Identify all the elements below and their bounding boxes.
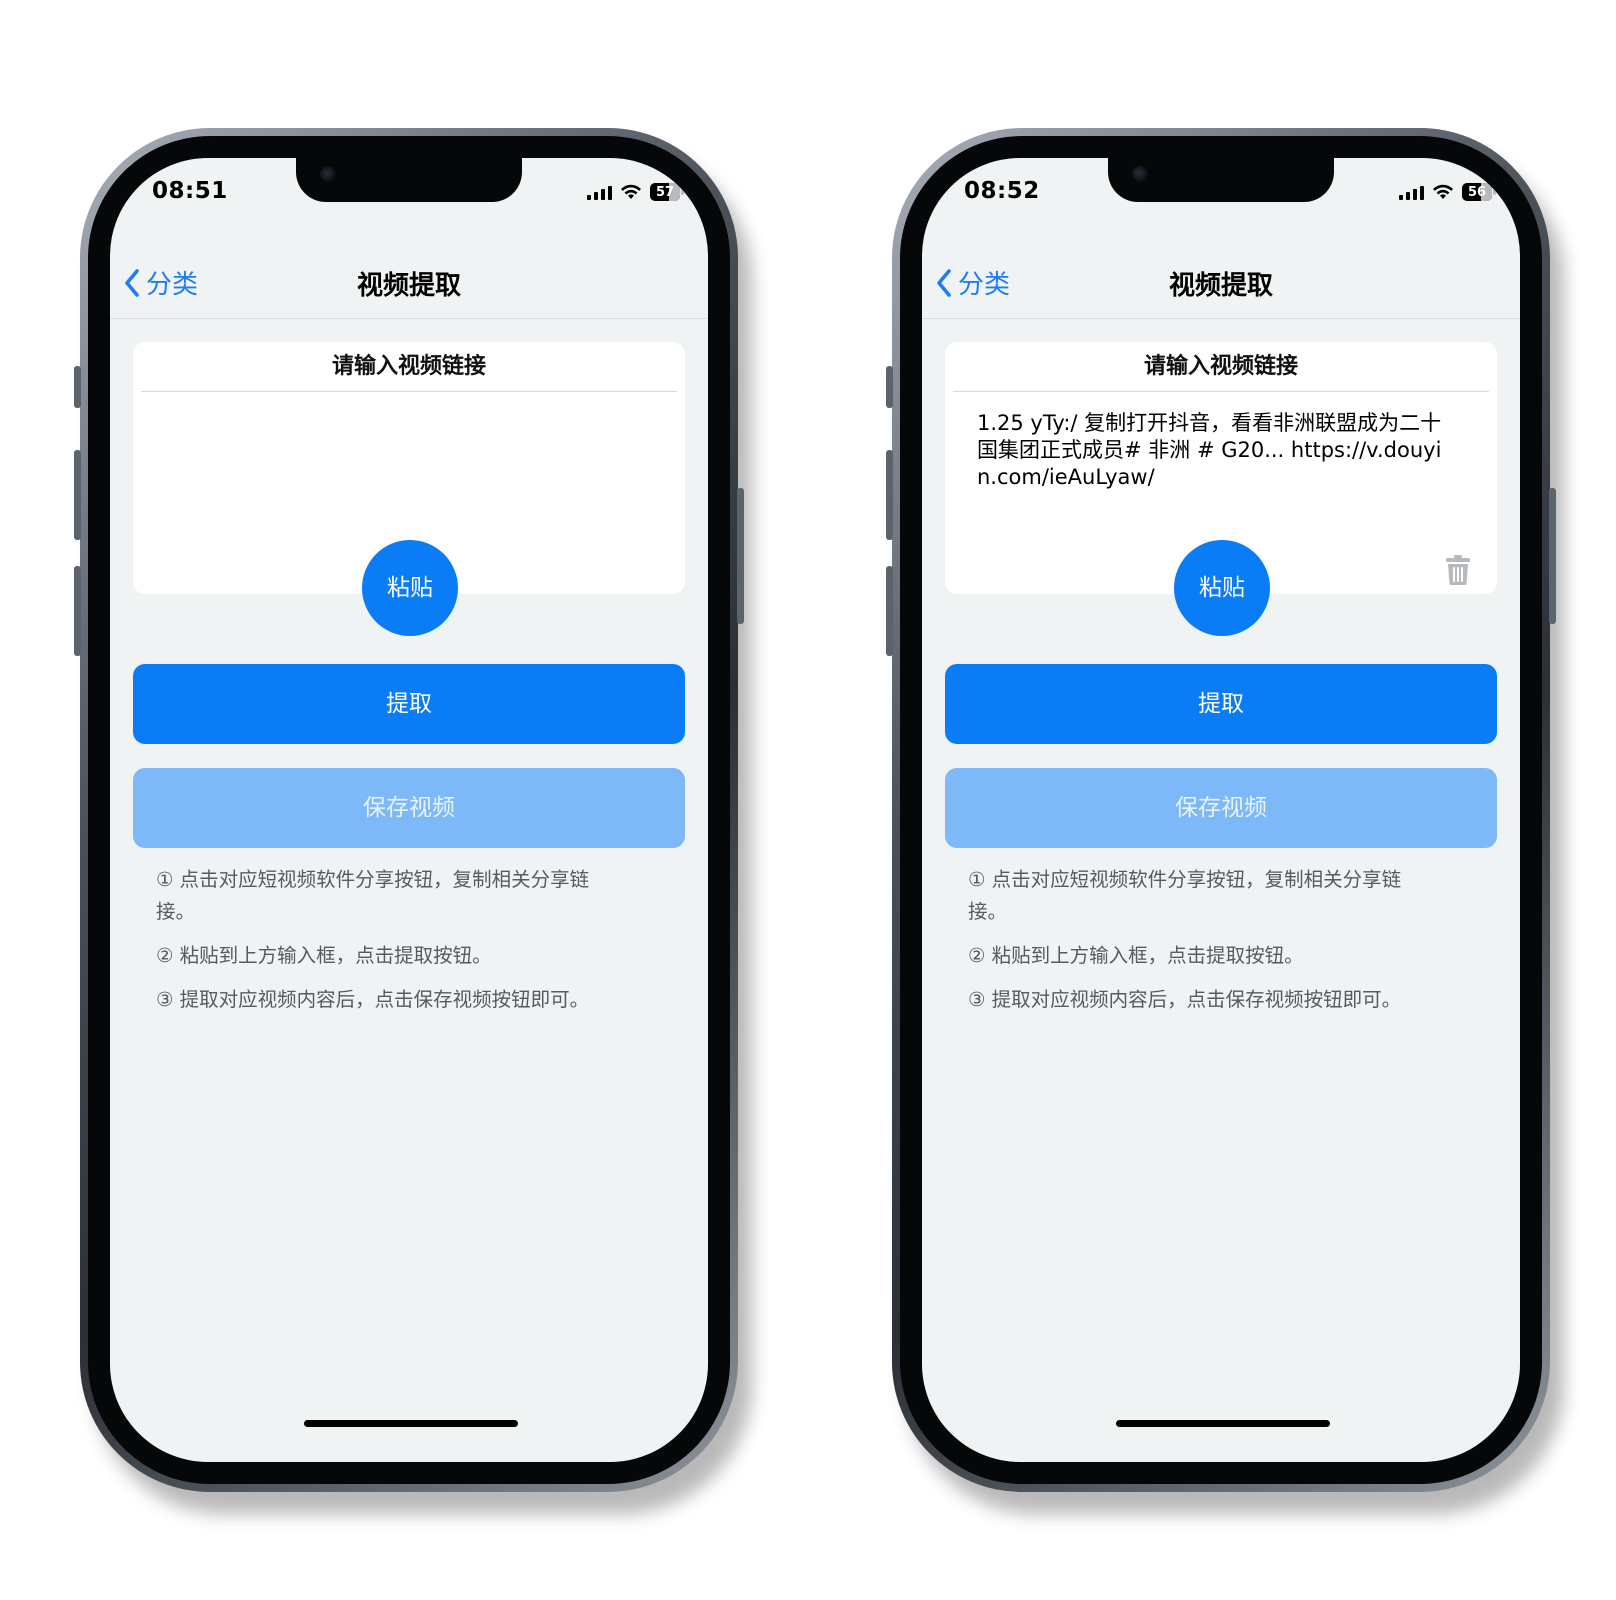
- instruction-step-2: ② 粘贴到上方输入框，点击提取按钮。: [968, 944, 1304, 967]
- extract-button[interactable]: 提取: [945, 664, 1497, 744]
- power-button: [737, 488, 744, 624]
- volume-down-button: [886, 566, 893, 656]
- volume-down-button: [74, 566, 81, 656]
- input-card-title: 请输入视频链接: [141, 342, 677, 392]
- phone-frame-right: 08:52 56 分类 视频提取 请输入视频链接 1.25 yTy:/ 复制打开…: [886, 128, 1556, 1492]
- extract-button[interactable]: 提取: [133, 664, 685, 744]
- wifi-icon: [1433, 184, 1453, 199]
- save-video-button[interactable]: 保存视频: [133, 768, 685, 848]
- navigation-bar: 分类 视频提取: [922, 238, 1520, 319]
- cellular-signal-icon: [587, 184, 612, 200]
- instruction-step-3: ③ 提取对应视频内容后，点击保存视频按钮即可。: [968, 988, 1402, 1011]
- navigation-bar: 分类 视频提取: [110, 238, 708, 319]
- trash-icon[interactable]: [1445, 554, 1471, 586]
- notch: [1108, 158, 1334, 202]
- silent-switch: [74, 366, 81, 408]
- status-icons: 57: [587, 182, 684, 202]
- phone-frame-left: 08:51 57 分类 视频提取 请输入视频链接 粘贴 提取 保存视频 ① 点击…: [74, 128, 744, 1492]
- instructions: ① 点击对应短视频软件分享按钮，复制相关分享链接。 ② 粘贴到上方输入框，点击提…: [968, 864, 1438, 1028]
- paste-button[interactable]: 粘贴: [362, 540, 458, 636]
- front-camera: [320, 166, 336, 182]
- home-indicator[interactable]: [304, 1420, 518, 1427]
- notch: [296, 158, 522, 202]
- volume-up-button: [886, 450, 893, 540]
- instruction-step-1: ① 点击对应短视频软件分享按钮，复制相关分享链接。: [156, 868, 590, 923]
- phone-screen: 08:51 57 分类 视频提取 请输入视频链接 粘贴 提取 保存视频 ① 点击…: [110, 158, 708, 1462]
- video-link-input[interactable]: 1.25 yTy:/ 复制打开抖音，看看非洲联盟成为二十国集团正式成员# 非洲 …: [977, 410, 1459, 491]
- status-time: 08:52: [964, 178, 1040, 204]
- paste-button[interactable]: 粘贴: [1174, 540, 1270, 636]
- phone-screen: 08:52 56 分类 视频提取 请输入视频链接 1.25 yTy:/ 复制打开…: [922, 158, 1520, 1462]
- status-time: 08:51: [152, 178, 228, 204]
- instruction-step-2: ② 粘贴到上方输入框，点击提取按钮。: [156, 944, 492, 967]
- page-title: 视频提取: [1168, 271, 1273, 301]
- battery-level: 57: [655, 184, 675, 200]
- battery-level: 56: [1467, 184, 1487, 200]
- input-card-title: 请输入视频链接: [953, 342, 1489, 392]
- battery-icon: 56: [1462, 183, 1496, 201]
- home-indicator[interactable]: [1116, 1420, 1330, 1427]
- instruction-step-3: ③ 提取对应视频内容后，点击保存视频按钮即可。: [156, 988, 590, 1011]
- power-button: [1549, 488, 1556, 624]
- front-camera: [1132, 166, 1148, 182]
- status-icons: 56: [1399, 182, 1496, 202]
- save-video-button[interactable]: 保存视频: [945, 768, 1497, 848]
- silent-switch: [886, 366, 893, 408]
- volume-up-button: [74, 450, 81, 540]
- wifi-icon: [621, 184, 641, 199]
- page-title: 视频提取: [356, 271, 461, 301]
- instruction-step-1: ① 点击对应短视频软件分享按钮，复制相关分享链接。: [968, 868, 1402, 923]
- battery-icon: 57: [650, 183, 684, 201]
- instructions: ① 点击对应短视频软件分享按钮，复制相关分享链接。 ② 粘贴到上方输入框，点击提…: [156, 864, 626, 1028]
- cellular-signal-icon: [1399, 184, 1424, 200]
